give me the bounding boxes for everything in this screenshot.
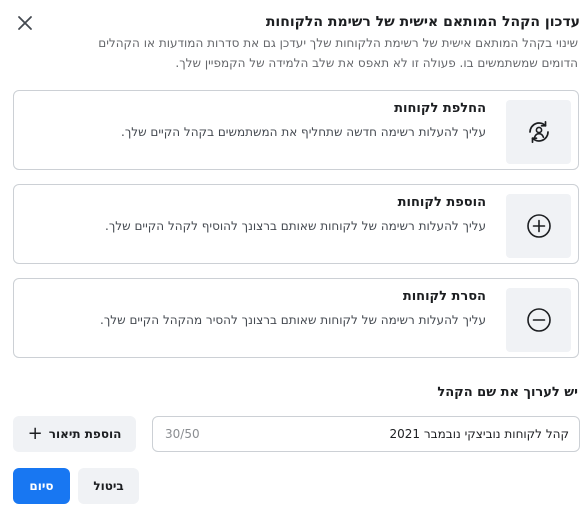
option-icon-container xyxy=(506,288,571,352)
close-icon xyxy=(18,16,32,30)
dialog-title: עדכון הקהל המותאם אישית של רשימת הלקוחות xyxy=(265,14,580,30)
update-audience-dialog: עדכון הקהל המותאם אישית של רשימת הלקוחות… xyxy=(0,0,586,512)
option-title: החלפת לקוחות xyxy=(394,101,486,116)
replace-icon xyxy=(528,120,549,144)
finish-button[interactable]: סיום xyxy=(13,468,70,504)
audience-name-input[interactable] xyxy=(269,417,569,451)
audience-name-label: יש לערוך את שם הקהל xyxy=(437,385,578,400)
plus-circle-icon xyxy=(526,214,551,238)
option-add-customers[interactable]: הוספת לקוחות עליך להעלות רשימה של לקוחות… xyxy=(13,184,579,264)
option-replace-customers[interactable]: החלפת לקוחות עליך להעלות רשימה חדשה שתחל… xyxy=(13,90,579,170)
option-description: עליך להעלות רשימה של לקוחות שאותם ברצונך… xyxy=(100,313,486,327)
option-remove-customers[interactable]: הסרת לקוחות עליך להעלות רשימה של לקוחות … xyxy=(13,278,579,358)
option-description: עליך להעלות רשימה חדשה שתחליף את המשתמשי… xyxy=(121,125,486,139)
option-title: הסרת לקוחות xyxy=(402,289,486,304)
character-counter: 30/50 xyxy=(165,427,200,441)
audience-name-field: 30/50 xyxy=(152,416,580,452)
option-description: עליך להעלות רשימה של לקוחות שאותם ברצונך… xyxy=(105,219,486,233)
add-description-button[interactable]: הוספת תיאור + xyxy=(13,416,136,452)
plus-icon: + xyxy=(27,423,43,444)
dialog-subtitle: שינוי בקהל המותאם אישית של רשימת הלקוחות… xyxy=(98,36,578,70)
add-description-label: הוספת תיאור xyxy=(48,427,122,441)
cancel-button[interactable]: ביטול xyxy=(78,468,139,504)
close-button[interactable] xyxy=(13,11,37,35)
minus-circle-icon xyxy=(526,308,551,332)
option-icon-container xyxy=(506,194,571,258)
option-title: הוספת לקוחות xyxy=(397,195,486,210)
option-icon-container xyxy=(506,100,571,164)
